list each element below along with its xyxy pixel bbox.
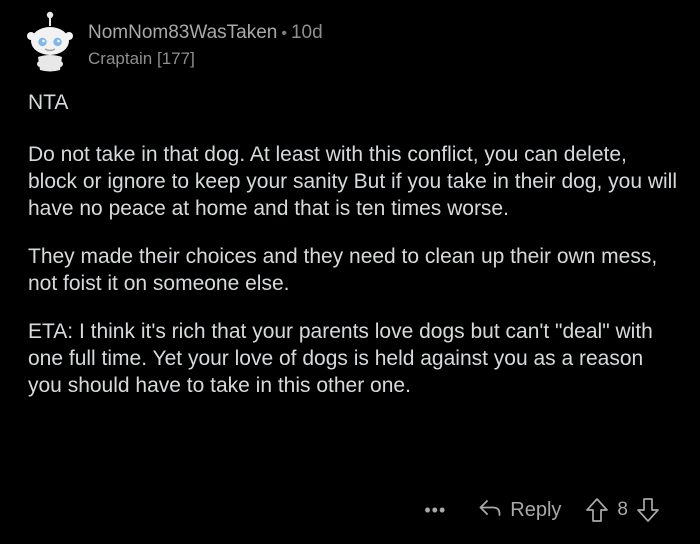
comment: NomNom83WasTaken • 10d Craptain [177] NTA … bbox=[0, 0, 700, 544]
comment-meta: NomNom83WasTaken • 10d Craptain [177] bbox=[88, 22, 323, 69]
comment-age: 10d bbox=[290, 22, 323, 43]
meta-line: NomNom83WasTaken • 10d bbox=[88, 22, 323, 45]
more-options-button[interactable]: ••• bbox=[424, 500, 446, 521]
comment-header: NomNom83WasTaken • 10d Craptain [177] bbox=[20, 6, 323, 76]
reply-label: Reply bbox=[510, 498, 562, 521]
comment-actions: ••• Reply 8 bbox=[424, 492, 660, 528]
username-link[interactable]: NomNom83WasTaken bbox=[88, 22, 277, 43]
comment-paragraph: ETA: I think it's rich that your parents… bbox=[28, 320, 653, 397]
upvote-arrow-icon[interactable] bbox=[585, 497, 609, 523]
user-flair: Craptain [177] bbox=[88, 49, 195, 68]
vote-score: 8 bbox=[617, 499, 628, 520]
reply-arrow-icon bbox=[478, 498, 502, 523]
comment-paragraph: Do not take in that dog. At least with t… bbox=[28, 143, 678, 220]
vote-controls: 8 bbox=[585, 497, 660, 523]
meta-separator: • bbox=[281, 25, 287, 42]
downvote-arrow-icon[interactable] bbox=[636, 497, 660, 523]
snoo-avatar-icon[interactable] bbox=[20, 6, 80, 74]
comment-paragraph: NTA bbox=[28, 91, 69, 114]
comment-paragraph: They made their choices and they need to… bbox=[28, 245, 658, 295]
reply-button[interactable]: Reply bbox=[478, 498, 561, 523]
comment-body: NTA Do not take in that dog. At least wi… bbox=[28, 89, 678, 399]
